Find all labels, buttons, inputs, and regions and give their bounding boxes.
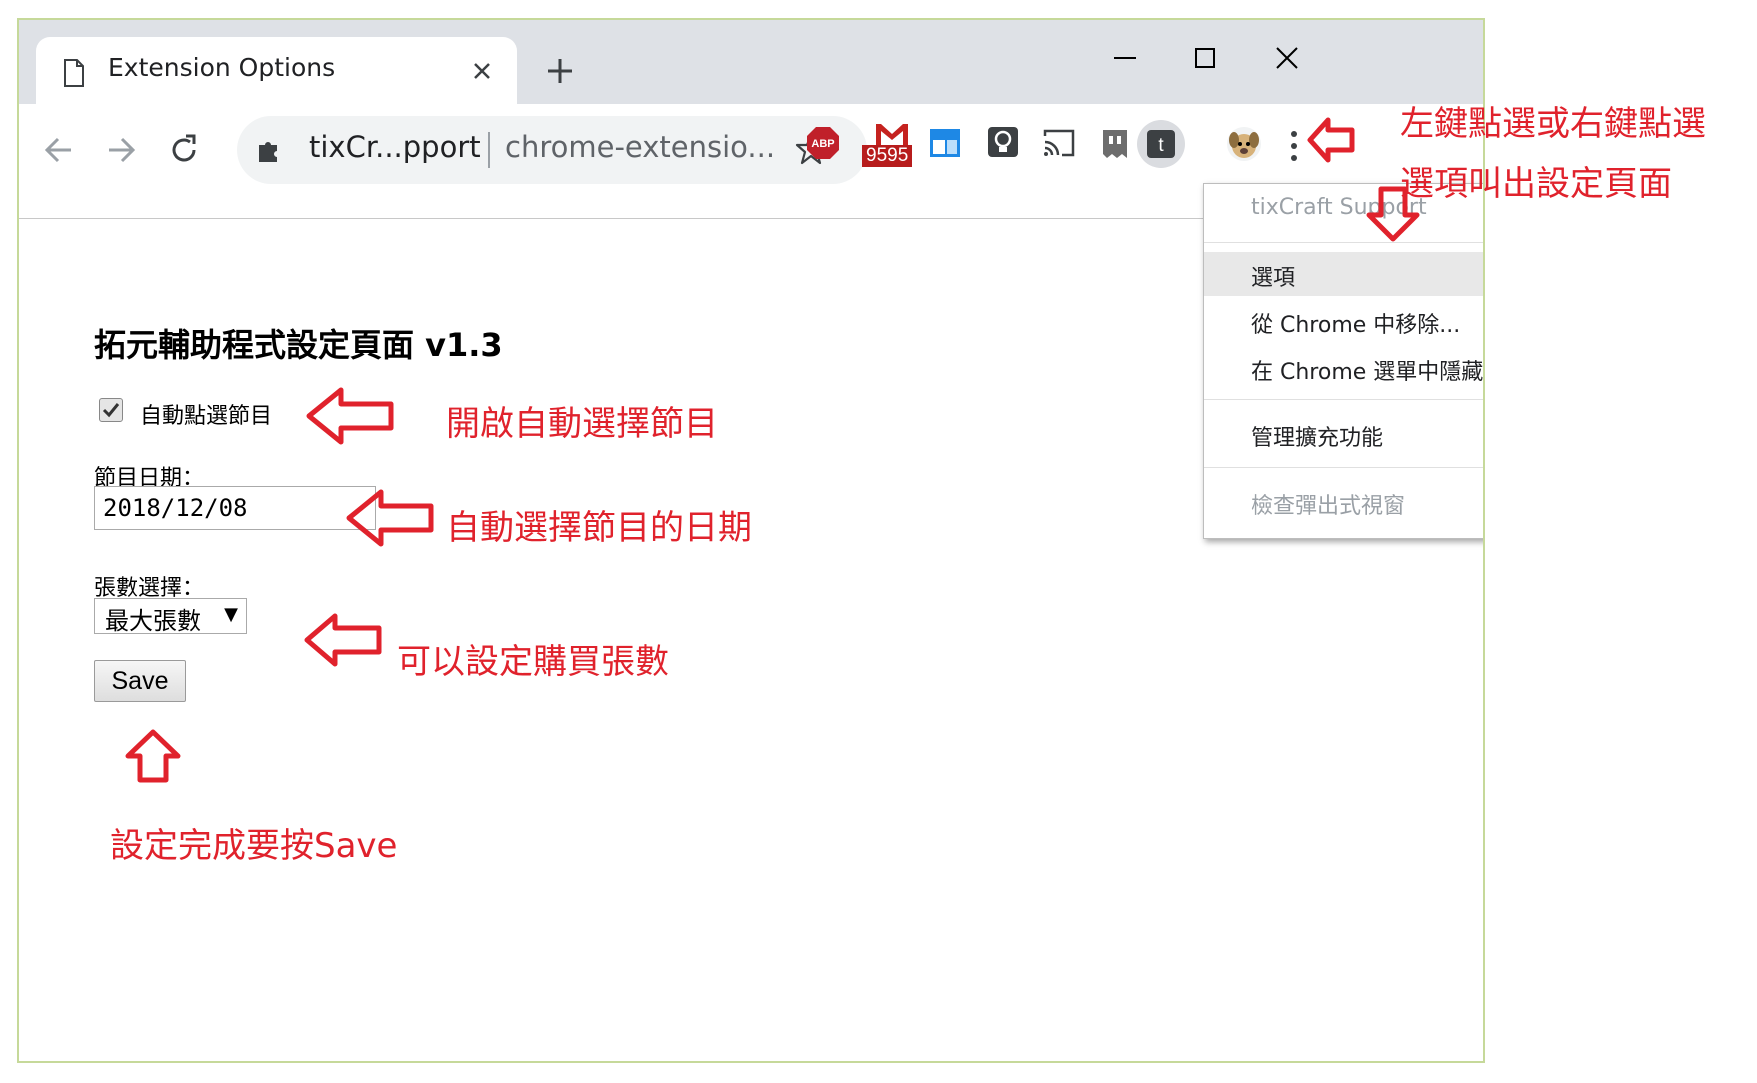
- menu-divider: [1204, 467, 1483, 468]
- left-arrow-icon: [1307, 117, 1355, 163]
- ticket-count-select[interactable]: 最大張數 ▼: [94, 598, 247, 635]
- minimize-icon[interactable]: [1105, 38, 1145, 78]
- menu-item-label: 管理擴充功能: [1251, 426, 1384, 451]
- cast-icon[interactable]: [1042, 128, 1076, 158]
- abp-label: ABP: [811, 138, 834, 150]
- dropdown-caret-icon: ▼: [224, 604, 238, 625]
- menu-item-label: 從 Chrome 中移除...: [1251, 313, 1461, 338]
- date-input[interactable]: [94, 486, 376, 530]
- window-resizer-icon[interactable]: [929, 128, 961, 158]
- menu-item-inspect: 檢查彈出式視窗: [1204, 480, 1483, 524]
- new-tab-icon[interactable]: [544, 55, 576, 87]
- annotation-top-line1: 左鍵點選或右鍵點選: [1400, 104, 1706, 144]
- menu-item-manage[interactable]: 管理擴充功能: [1204, 412, 1483, 456]
- down-arrow-icon: [1366, 186, 1420, 242]
- annotation-date: 自動選擇節目的日期: [446, 508, 752, 548]
- menu-divider: [1204, 242, 1483, 243]
- left-arrow-icon: [304, 613, 382, 667]
- reload-icon[interactable]: [164, 130, 204, 170]
- url-text: chrome-extensio...: [505, 130, 776, 164]
- active-tab[interactable]: Extension Options: [36, 37, 517, 104]
- maximize-icon[interactable]: [1185, 38, 1225, 78]
- menu-item-hide[interactable]: 在 Chrome 選單中隱藏: [1204, 346, 1484, 390]
- menu-item-label: 檢查彈出式視窗: [1251, 494, 1406, 519]
- gmail-checker-icon[interactable]: 9595: [862, 124, 918, 172]
- address-bar[interactable]: tixCr...pport chrome-extensio...: [237, 116, 867, 184]
- gmail-count-badge: 9595: [862, 145, 913, 167]
- annotation-auto-select: 開啟自動選擇節目: [446, 404, 718, 444]
- page-title: 拓元輔助程式設定頁面 v1.3: [94, 326, 503, 364]
- gmail-m-icon: [876, 124, 908, 146]
- tixcraft-t-icon: t: [1147, 130, 1175, 158]
- adblock-icon[interactable]: ABP: [806, 126, 840, 160]
- left-arrow-icon: [306, 387, 394, 445]
- annotation-top-line2: 選項叫出設定頁面: [1400, 164, 1672, 204]
- tixcraft-letter: t: [1158, 135, 1164, 156]
- kebab-menu-icon[interactable]: [1287, 128, 1301, 164]
- menu-item-remove[interactable]: 從 Chrome 中移除...: [1204, 299, 1483, 343]
- page-icon: [64, 59, 84, 87]
- tab-title: Extension Options: [108, 53, 336, 82]
- auto-select-label: 自動點選節目: [140, 404, 273, 429]
- menu-item-options[interactable]: 選項: [1204, 252, 1483, 296]
- left-arrow-icon: [346, 489, 434, 547]
- close-tab-icon[interactable]: [470, 59, 494, 83]
- extension-context-menu: tixCraft Support 選項 從 Chrome 中移除... 在 Ch…: [1203, 183, 1484, 539]
- ghost-extension-icon[interactable]: [1100, 128, 1130, 160]
- tab-strip: Extension Options: [19, 20, 1483, 104]
- window-close-icon[interactable]: [1267, 38, 1307, 78]
- menu-item-label: 在 Chrome 選單中隱藏: [1251, 360, 1484, 385]
- address-separator: [488, 132, 490, 168]
- menu-divider: [1204, 399, 1483, 400]
- annotation-save: 設定完成要按Save: [110, 826, 398, 866]
- auto-select-checkbox[interactable]: [99, 398, 123, 422]
- save-button[interactable]: Save: [94, 660, 186, 702]
- forward-icon[interactable]: [101, 130, 141, 170]
- tixcraft-extension-button[interactable]: t: [1137, 120, 1185, 168]
- extension-name: tixCr...pport: [309, 130, 481, 164]
- menu-item-label: 選項: [1251, 266, 1296, 291]
- annotation-count: 可以設定購買張數: [397, 642, 669, 682]
- puzzle-icon: [259, 142, 277, 162]
- ticket-count-value: 最大張數: [105, 607, 201, 635]
- up-arrow-icon: [125, 729, 181, 783]
- avatar-icon[interactable]: [1226, 126, 1262, 162]
- lightbulb-icon[interactable]: [987, 126, 1019, 160]
- back-icon[interactable]: [39, 130, 79, 170]
